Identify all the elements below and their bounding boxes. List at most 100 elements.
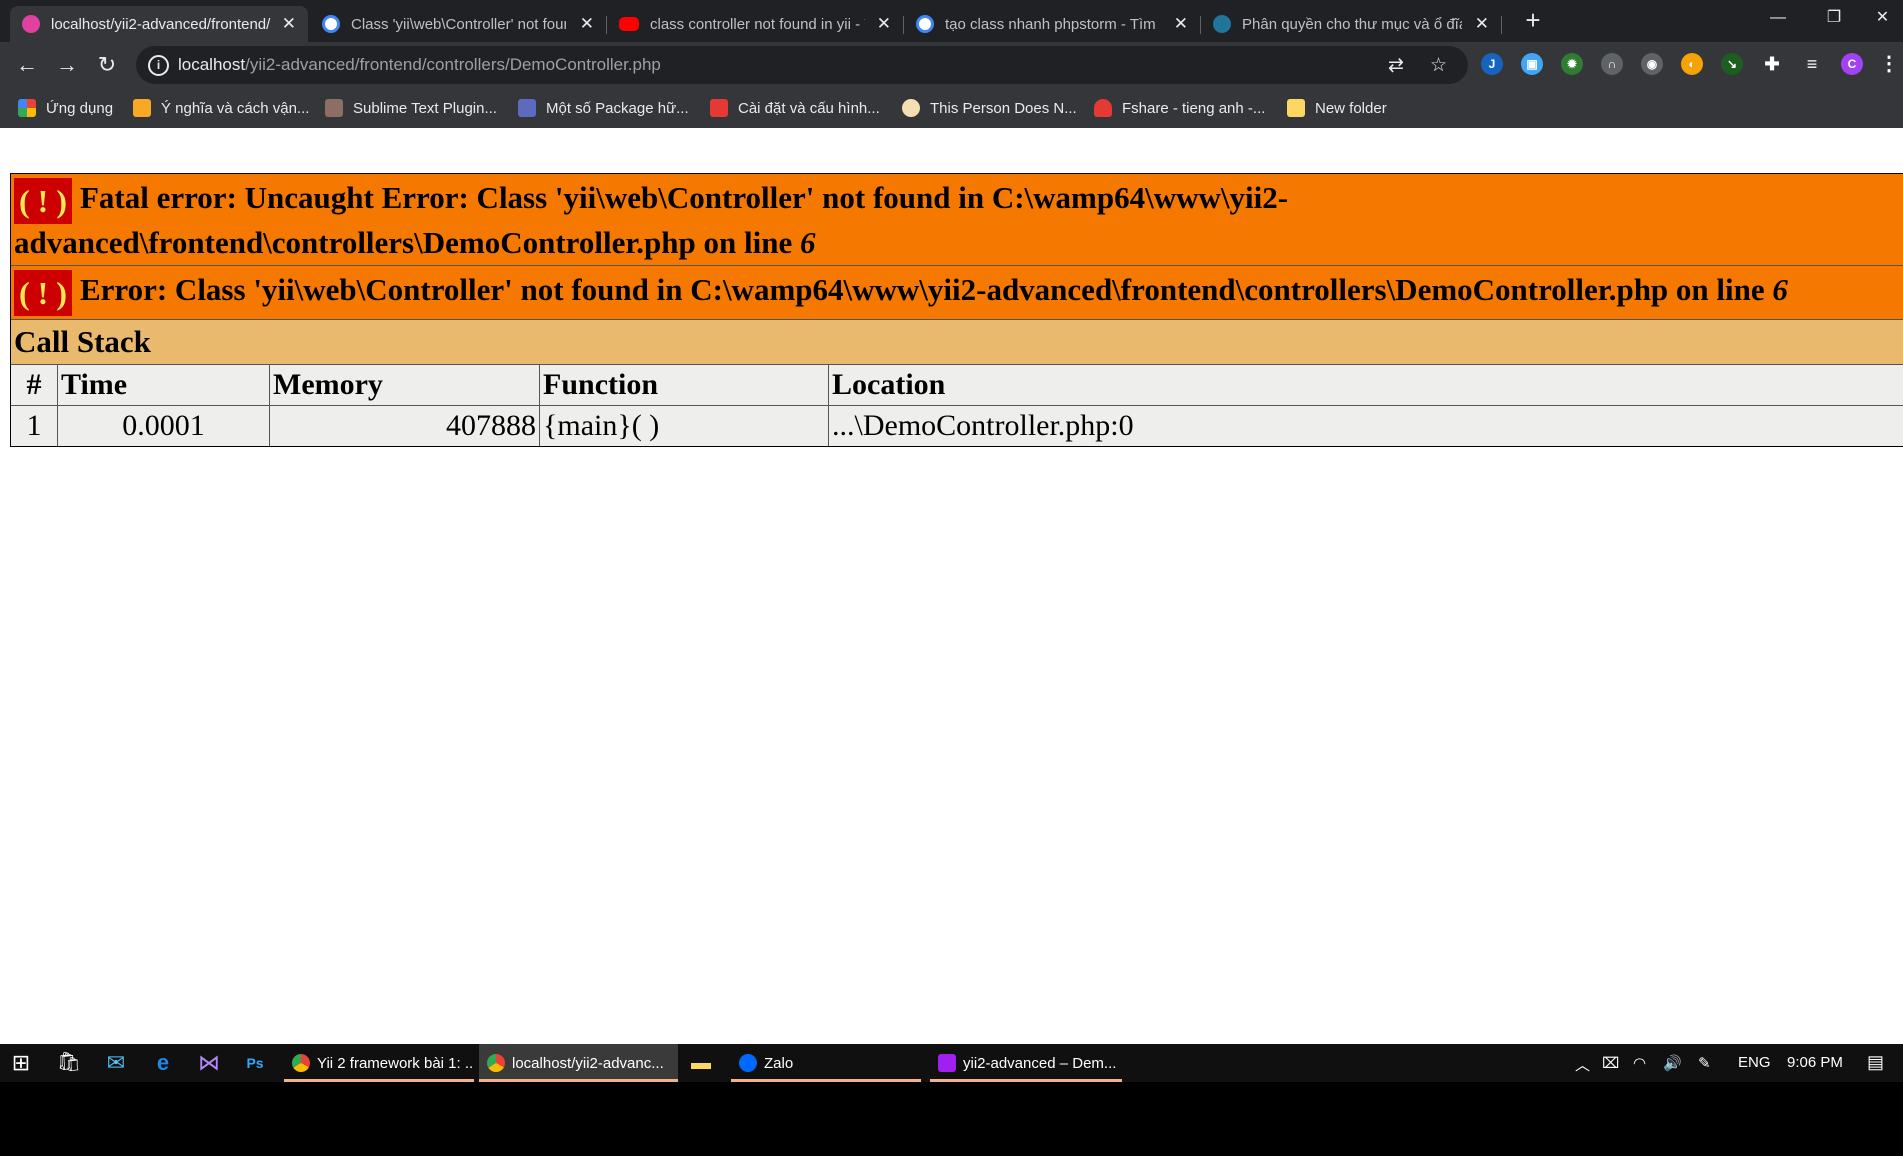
browser-toolbar: ← → ↻ i localhost/yii2-advanced/frontend… (0, 42, 1903, 88)
reading-list-icon[interactable]: ≡ (1801, 53, 1823, 75)
address-bar[interactable]: i localhost/yii2-advanced/frontend/contr… (136, 46, 1468, 84)
arch-icon[interactable]: ∩ (1601, 53, 1623, 75)
file-explorer-icon[interactable]: ▬ (688, 1050, 714, 1076)
bookmark-label: Cài đặt và cấu hình... (738, 99, 880, 117)
visual-studio-icon[interactable]: ⋈ (196, 1050, 222, 1076)
chrome-icon (292, 1054, 310, 1072)
cell-location[interactable]: ...\DemoController.php:0 (829, 406, 1903, 446)
windows-start-icon[interactable]: ⊞ (8, 1050, 34, 1076)
back-button[interactable]: ← (12, 50, 42, 80)
col-header-time: Time (58, 365, 270, 405)
bookmark-label: Ứng dụng (46, 99, 114, 117)
menu-kebab-icon[interactable]: ⋮ (1878, 53, 1900, 75)
gear-green-icon[interactable]: ✹ (1561, 53, 1583, 75)
mask-icon[interactable]: ◉ (1641, 53, 1663, 75)
site-info-icon[interactable]: i (148, 55, 169, 76)
close-icon[interactable]: ✕ (877, 14, 891, 34)
taskbar-app-zalo[interactable]: Zalo (731, 1044, 921, 1082)
new-tab-button[interactable]: + (1519, 6, 1547, 34)
reload-button[interactable]: ↻ (92, 50, 122, 80)
extensions-puzzle-icon[interactable]: ✚ (1761, 53, 1783, 75)
taskbar-app-label: yii2-advanced – Dem... (963, 1054, 1117, 1072)
chrome-icon (487, 1054, 505, 1072)
show-hidden-icons-chevron-icon[interactable]: ︿ (1575, 1054, 1590, 1075)
cell-number: 1 (11, 406, 58, 446)
profile-avatar[interactable]: C (1841, 53, 1863, 75)
forward-button[interactable]: → (52, 50, 82, 80)
url-text[interactable]: localhost/yii2-advanced/frontend/control… (178, 55, 661, 75)
error-line-number: 6 (1772, 272, 1788, 308)
url-host: localhost (178, 55, 246, 74)
picture-icon[interactable]: ▣ (1521, 53, 1543, 75)
taskbar-app-indicator (930, 1079, 1122, 1082)
zalo-icon (739, 1054, 757, 1072)
close-icon[interactable]: ✕ (580, 14, 594, 34)
xdebug-error-table: ( ! ) Fatal error: Uncaught Error: Class … (10, 173, 1903, 447)
localhost-favicon-icon (22, 15, 40, 33)
close-window-button[interactable]: ✕ (1862, 0, 1903, 36)
bookmark-favicon-icon (518, 99, 536, 117)
taskbar-app-indicator (284, 1079, 474, 1082)
table-row: 1 0.0001 407888 {main}( ) ...\DemoContro… (11, 406, 1903, 446)
error-bang-icon: ( ! ) (14, 178, 72, 224)
taskbar-app-indicator (731, 1079, 921, 1082)
close-icon[interactable]: ✕ (1174, 14, 1188, 34)
volume-icon[interactable]: 🔊 (1663, 1054, 1682, 1072)
tab-title: localhost/yii2-advanced/frontend/ (51, 15, 271, 33)
phpstorm-icon (938, 1054, 956, 1072)
google-icon (916, 15, 934, 33)
tab-title: tạo class nhanh phpstorm - Tìm trên Goog… (945, 15, 1160, 33)
bookmark-favicon-icon (325, 99, 343, 117)
tab-youtube[interactable]: class controller not found in yii - YouT… (607, 6, 904, 42)
clock[interactable]: 9:06 PM (1787, 1054, 1843, 1071)
taskbar-app-phpstorm[interactable]: yii2-advanced – Dem... (930, 1044, 1122, 1082)
tab-title: class controller not found in yii - YouT… (650, 15, 865, 33)
j-icon[interactable]: J (1481, 53, 1503, 75)
bookmark-item[interactable]: Một số Package hữ... (518, 97, 689, 119)
bookmark-label: New folder (1315, 99, 1387, 117)
taskbar-app-chrome-youtube[interactable]: Yii 2 framework bài 1: ... (284, 1044, 474, 1082)
restore-button[interactable]: ❐ (1806, 0, 1862, 36)
bookmark-item[interactable]: Ý nghĩa và cách vận... (133, 97, 309, 119)
bookmark-label: Một số Package hữ... (546, 99, 689, 117)
fatal-error-line-prefix: on line (703, 225, 800, 260)
fatal-error-line-number: 6 (799, 225, 816, 260)
bookmark-item[interactable]: This Person Does N... (902, 97, 1077, 119)
bookmark-item[interactable]: Fshare - tieng anh -... (1094, 97, 1265, 119)
photoshop-icon[interactable]: Ps (242, 1050, 268, 1076)
tab-title: Class 'yii\web\Controller' not found (351, 15, 566, 33)
network-disconnected-icon[interactable]: ⌧ (1602, 1054, 1619, 1072)
taskbar-app-chrome-localhost[interactable]: localhost/yii2-advanc... (479, 1044, 678, 1082)
close-icon[interactable]: ✕ (1475, 14, 1489, 34)
green-arrow-icon[interactable]: ↘ (1721, 53, 1743, 75)
cloud-icon (1094, 99, 1112, 117)
tab-google-search-1[interactable]: Class 'yii\web\Controller' not found ✕ (310, 6, 607, 42)
pen-icon[interactable]: ✎ (1698, 1054, 1711, 1072)
tab-localhost[interactable]: localhost/yii2-advanced/frontend/ ✕ (10, 6, 308, 42)
wordpress-icon (1213, 15, 1231, 33)
bookmark-item[interactable]: Cài đặt và cấu hình... (710, 97, 880, 119)
col-header-memory: Memory (270, 365, 540, 405)
bookmark-label: Fshare - tieng anh -... (1122, 99, 1266, 117)
bookmark-folder[interactable]: New folder (1287, 97, 1387, 119)
mail-icon[interactable]: ✉ (103, 1050, 129, 1076)
input-language[interactable]: ENG (1738, 1054, 1771, 1071)
orange-circle-icon[interactable]: ◐ (1681, 53, 1703, 75)
call-stack-header-row: # Time Memory Function Location (11, 365, 1903, 406)
col-header-location: Location (832, 368, 946, 401)
col-header-function: Function (540, 365, 829, 405)
bookmark-apps[interactable]: Ứng dụng (18, 97, 113, 119)
action-center-icon[interactable]: ▤ (1867, 1052, 1884, 1073)
minimize-button[interactable]: — (1750, 0, 1806, 36)
translate-icon[interactable]: ⇄ (1388, 54, 1404, 77)
store-icon[interactable]: 🛍 (56, 1050, 82, 1076)
edge-icon[interactable]: e (150, 1050, 176, 1076)
tab-google-search-2[interactable]: tạo class nhanh phpstorm - Tìm trên Goog… (904, 6, 1201, 42)
cell-time: 0.0001 (58, 406, 270, 446)
tab-wordpress[interactable]: Phân quyền cho thư mục và ổ đĩa ✕ (1201, 6, 1502, 42)
bookmark-item[interactable]: Sublime Text Plugin... (325, 97, 497, 119)
wifi-icon[interactable]: ◠ (1633, 1054, 1646, 1072)
close-icon[interactable]: ✕ (282, 14, 296, 34)
bookmark-star-icon[interactable]: ☆ (1430, 54, 1447, 77)
folder-icon (1287, 99, 1305, 117)
